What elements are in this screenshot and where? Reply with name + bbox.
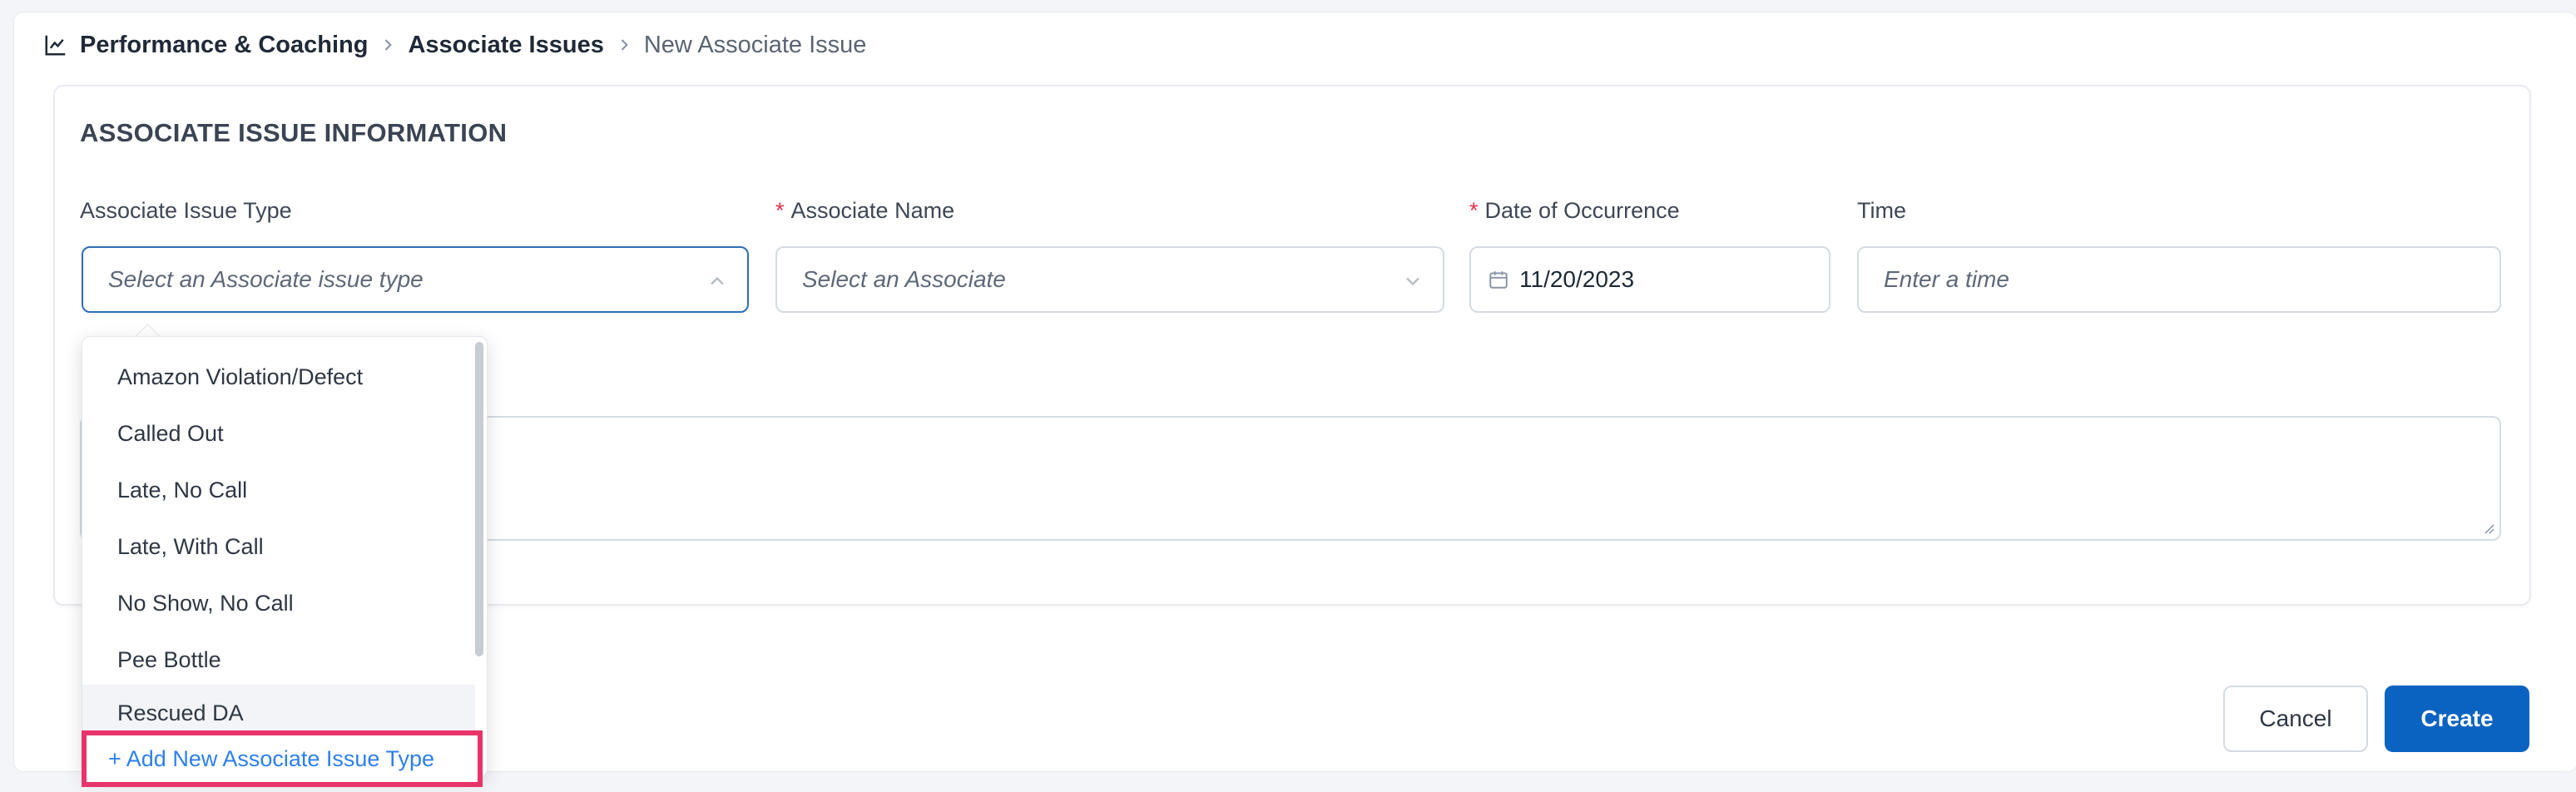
date-label-text: Date of Occurrence xyxy=(1484,198,1680,223)
dropdown-option[interactable]: Pee Bottle xyxy=(82,631,475,688)
chevron-right-icon xyxy=(379,37,396,53)
calendar-icon xyxy=(1488,269,1509,290)
dropdown-option[interactable]: Called Out xyxy=(82,405,475,462)
breadcrumb-associate-issues[interactable]: Associate Issues xyxy=(408,32,603,59)
date-input[interactable]: 11/20/2023 xyxy=(1469,246,1830,313)
associate-name-label: * Associate Name xyxy=(775,198,954,224)
issue-type-placeholder: Select an Associate issue type xyxy=(108,266,424,292)
cancel-button[interactable]: Cancel xyxy=(2223,686,2368,752)
date-value: 11/20/2023 xyxy=(1519,266,1635,292)
dropdown-option[interactable]: Amazon Violation/Defect xyxy=(82,349,475,405)
issue-type-label-text: Associate Issue Type xyxy=(80,198,292,223)
time-placeholder: Enter a time xyxy=(1884,266,2009,292)
chevron-down-icon[interactable] xyxy=(1401,270,1424,293)
dropdown-option[interactable]: Late, No Call xyxy=(82,462,475,518)
add-new-issue-type-button[interactable]: + Add New Associate Issue Type xyxy=(82,730,483,787)
chevron-right-icon xyxy=(616,37,632,53)
required-marker: * xyxy=(1469,198,1479,223)
dropdown-option[interactable]: Late, With Call xyxy=(82,518,475,575)
time-label-text: Time xyxy=(1857,198,1906,223)
breadcrumb-performance-coaching[interactable]: Performance & Coaching xyxy=(80,32,368,59)
time-label: Time xyxy=(1857,198,1906,224)
issue-type-select[interactable]: Select an Associate issue type xyxy=(82,246,749,313)
date-label: * Date of Occurrence xyxy=(1469,198,1680,224)
resize-handle-icon[interactable] xyxy=(2481,521,2494,534)
create-button[interactable]: Create xyxy=(2385,686,2529,752)
required-marker: * xyxy=(775,198,785,223)
line-chart-icon xyxy=(43,32,68,57)
time-input[interactable]: Enter a time xyxy=(1857,246,2501,313)
associate-name-placeholder: Select an Associate xyxy=(802,266,1006,292)
dropdown-scrollbar[interactable] xyxy=(475,342,483,656)
associate-name-select[interactable]: Select an Associate xyxy=(775,246,1444,313)
associate-name-label-text: Associate Name xyxy=(790,198,955,223)
section-title: ASSOCIATE ISSUE INFORMATION xyxy=(80,118,508,147)
breadcrumb: Performance & Coaching Associate Issues … xyxy=(43,32,866,58)
dropdown-option[interactable]: No Show, No Call xyxy=(82,575,475,631)
breadcrumb-current: New Associate Issue xyxy=(643,31,867,58)
issue-type-label: Associate Issue Type xyxy=(80,198,292,224)
chevron-up-icon[interactable] xyxy=(706,270,729,293)
issue-type-dropdown: Amazon Violation/Defect Called Out Late,… xyxy=(82,336,488,777)
